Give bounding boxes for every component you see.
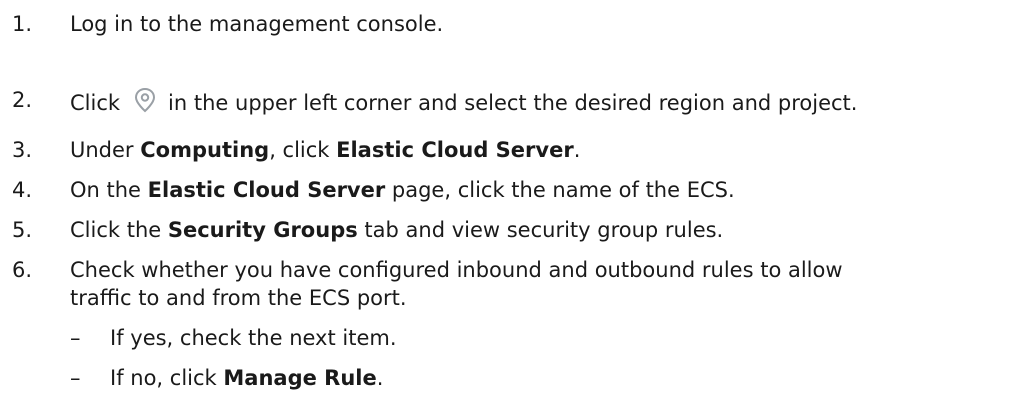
- text-segment: page, click the name of the ECS.: [385, 178, 735, 202]
- ui-term-computing: Computing: [140, 138, 270, 162]
- text-segment: .: [376, 366, 384, 390]
- step-text-after-icon: in the upper left corner and select the …: [168, 91, 858, 115]
- text-segment: tab and view security group rules.: [357, 218, 724, 242]
- bullet-dash: –: [70, 326, 81, 350]
- step-number: 5.: [12, 218, 33, 242]
- text-segment: If no, click: [110, 366, 224, 390]
- step-text: Click the Security Groups tab and view s…: [70, 216, 723, 244]
- substep-text: If no, click Manage Rule.: [110, 364, 383, 392]
- step-number: 4.: [12, 178, 33, 202]
- substep-text: If yes, check the next item.: [110, 326, 397, 350]
- step-text: Under Computing, click Elastic Cloud Ser…: [70, 136, 580, 164]
- step-text-line-2: traffic to and from the ECS port.: [70, 286, 407, 310]
- step-text: Click in the upper left corner and select…: [70, 86, 857, 117]
- ui-term-security-groups: Security Groups: [167, 218, 358, 242]
- step-text-line-1: Check whether you have configured inboun…: [70, 258, 843, 282]
- step-text: Log in to the management console.: [70, 12, 444, 36]
- text-segment: .: [573, 138, 581, 162]
- step-number: 3.: [12, 138, 33, 162]
- step-number: 6.: [12, 258, 33, 282]
- step-text-before-icon: Click: [70, 91, 121, 115]
- text-segment: Under: [70, 138, 141, 162]
- text-segment: , click: [269, 138, 337, 162]
- bullet-dash: –: [70, 366, 81, 390]
- step-number: 2.: [12, 88, 33, 112]
- text-segment: On the: [70, 178, 148, 202]
- ui-term-elastic-cloud-server: Elastic Cloud Server: [147, 178, 386, 202]
- step-text: On the Elastic Cloud Server page, click …: [70, 176, 735, 204]
- step-number: 1.: [12, 12, 33, 36]
- text-segment: Click the: [70, 218, 168, 242]
- region-pin-icon: [132, 86, 158, 114]
- ui-term-manage-rule: Manage Rule: [223, 366, 377, 390]
- procedure-document: 1. Log in to the management console. 2. …: [0, 0, 1029, 402]
- ui-term-elastic-cloud-server: Elastic Cloud Server: [336, 138, 574, 162]
